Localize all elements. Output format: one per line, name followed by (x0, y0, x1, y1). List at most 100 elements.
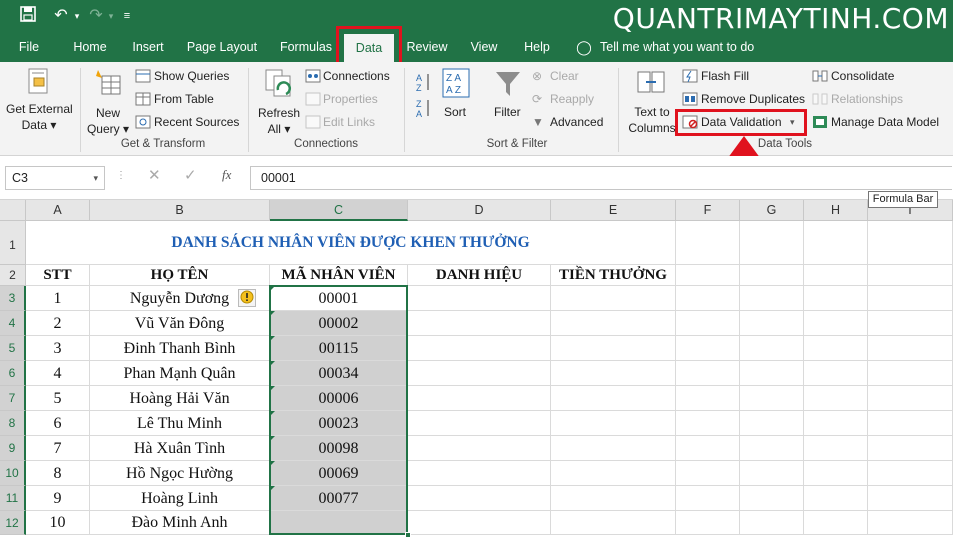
empty-cell[interactable] (804, 411, 868, 436)
select-all-corner[interactable] (0, 200, 26, 221)
column-title-cell[interactable]: HỌ TÊN (90, 265, 270, 286)
advanced-button[interactable]: Advanced (550, 114, 603, 130)
empty-cell[interactable] (740, 221, 804, 265)
empty-cell[interactable] (804, 311, 868, 336)
column-header-g[interactable]: G (740, 200, 804, 221)
new-query-button[interactable]: New Query ▾ (86, 105, 130, 137)
name-cell[interactable]: Đào Minh Anh (90, 511, 270, 535)
clear-button[interactable]: Clear (550, 68, 579, 84)
empty-cell[interactable] (740, 336, 804, 361)
empty-cell[interactable] (804, 511, 868, 535)
column-header-c[interactable]: C (270, 200, 408, 221)
empty-cell[interactable] (804, 461, 868, 486)
row-header-12[interactable]: 12 (0, 511, 26, 535)
empty-cell[interactable] (804, 286, 868, 311)
empty-cell[interactable] (740, 265, 804, 286)
properties-button[interactable]: Properties (323, 91, 378, 107)
stt-cell[interactable]: 7 (26, 436, 90, 461)
redo-icon[interactable]: ↷ (86, 6, 106, 26)
empty-cell[interactable] (408, 286, 551, 311)
name-box[interactable]: C3 ▾ (5, 166, 105, 190)
empty-cell[interactable] (868, 386, 953, 411)
employee-code-cell[interactable]: 00002 (270, 311, 408, 336)
empty-cell[interactable] (868, 221, 953, 265)
empty-cell[interactable] (551, 436, 676, 461)
empty-cell[interactable] (740, 286, 804, 311)
flash-fill-button[interactable]: Flash Fill (701, 68, 749, 84)
empty-cell[interactable] (676, 511, 740, 535)
tab-help[interactable]: Help (518, 32, 556, 62)
row-header-10[interactable]: 10 (0, 461, 26, 486)
empty-cell[interactable] (804, 221, 868, 265)
tab-file[interactable]: File (12, 32, 46, 62)
tab-review[interactable]: Review (402, 32, 452, 62)
empty-cell[interactable] (676, 436, 740, 461)
row-header-9[interactable]: 9 (0, 436, 26, 461)
empty-cell[interactable] (551, 311, 676, 336)
redo-dropdown-icon[interactable]: ▾ (106, 6, 116, 26)
row-header-2[interactable]: 2 (0, 265, 26, 286)
connections-button[interactable]: Connections (323, 68, 390, 84)
empty-cell[interactable] (408, 436, 551, 461)
empty-cell[interactable] (408, 461, 551, 486)
empty-cell[interactable] (551, 486, 676, 511)
empty-cell[interactable] (804, 265, 868, 286)
undo-icon[interactable]: ↶ (50, 6, 72, 26)
empty-cell[interactable] (551, 336, 676, 361)
column-title-cell[interactable]: MÃ NHÂN VIÊN (270, 265, 408, 286)
empty-cell[interactable] (676, 311, 740, 336)
empty-cell[interactable] (551, 361, 676, 386)
stt-cell[interactable]: 10 (26, 511, 90, 535)
consolidate-button[interactable]: Consolidate (831, 68, 894, 84)
name-box-dropdown-icon[interactable]: ▾ (93, 167, 98, 189)
empty-cell[interactable] (676, 386, 740, 411)
name-cell[interactable]: Vũ Văn Đông (90, 311, 270, 336)
sort-az-icon[interactable]: AZ (414, 72, 432, 95)
row-header-7[interactable]: 7 (0, 386, 26, 411)
reapply-button[interactable]: Reapply (550, 91, 594, 107)
empty-cell[interactable] (551, 411, 676, 436)
column-header-b[interactable]: B (90, 200, 270, 221)
employee-code-cell[interactable] (270, 511, 408, 535)
tab-formulas[interactable]: Formulas (276, 32, 336, 62)
empty-cell[interactable] (551, 511, 676, 535)
name-cell[interactable]: Hoàng Linh (90, 486, 270, 511)
worksheet-grid[interactable]: ABCDEFGHI 1 2 3 4 5 6 7 8 9 10 11 12 DANH SÁCH NHÂN… (0, 200, 953, 556)
empty-cell[interactable] (740, 461, 804, 486)
row-header-11[interactable]: 11 (0, 486, 26, 511)
empty-cell[interactable] (804, 436, 868, 461)
empty-cell[interactable] (408, 311, 551, 336)
empty-cell[interactable] (740, 386, 804, 411)
formula-input[interactable]: 00001 (250, 166, 952, 190)
empty-cell[interactable] (868, 311, 953, 336)
stt-cell[interactable]: 9 (26, 486, 90, 511)
empty-cell[interactable] (408, 511, 551, 535)
stt-cell[interactable]: 5 (26, 386, 90, 411)
employee-code-cell[interactable]: 00006 (270, 386, 408, 411)
recent-sources-button[interactable]: Recent Sources (154, 114, 239, 130)
empty-cell[interactable] (868, 411, 953, 436)
row-header-6[interactable]: 6 (0, 361, 26, 386)
empty-cell[interactable] (676, 461, 740, 486)
empty-cell[interactable] (804, 386, 868, 411)
empty-cell[interactable] (676, 221, 740, 265)
employee-code-cell[interactable]: 00115 (270, 336, 408, 361)
empty-cell[interactable] (868, 511, 953, 535)
empty-cell[interactable] (868, 361, 953, 386)
column-title-cell[interactable]: DANH HIỆU (408, 265, 551, 286)
edit-links-button[interactable]: Edit Links (323, 114, 375, 130)
empty-cell[interactable] (676, 286, 740, 311)
confirm-entry-icon[interactable]: ✓ (184, 166, 197, 184)
empty-cell[interactable] (740, 511, 804, 535)
empty-cell[interactable] (868, 461, 953, 486)
empty-cell[interactable] (868, 436, 953, 461)
column-header-f[interactable]: F (676, 200, 740, 221)
column-title-cell[interactable]: TIỀN THƯỞNG (551, 265, 676, 286)
empty-cell[interactable] (868, 265, 953, 286)
stt-cell[interactable]: 8 (26, 461, 90, 486)
tab-insert[interactable]: Insert (126, 32, 170, 62)
empty-cell[interactable] (551, 461, 676, 486)
empty-cell[interactable] (408, 361, 551, 386)
employee-code-cell[interactable]: 00077 (270, 486, 408, 511)
employee-code-cell[interactable]: 00034 (270, 361, 408, 386)
